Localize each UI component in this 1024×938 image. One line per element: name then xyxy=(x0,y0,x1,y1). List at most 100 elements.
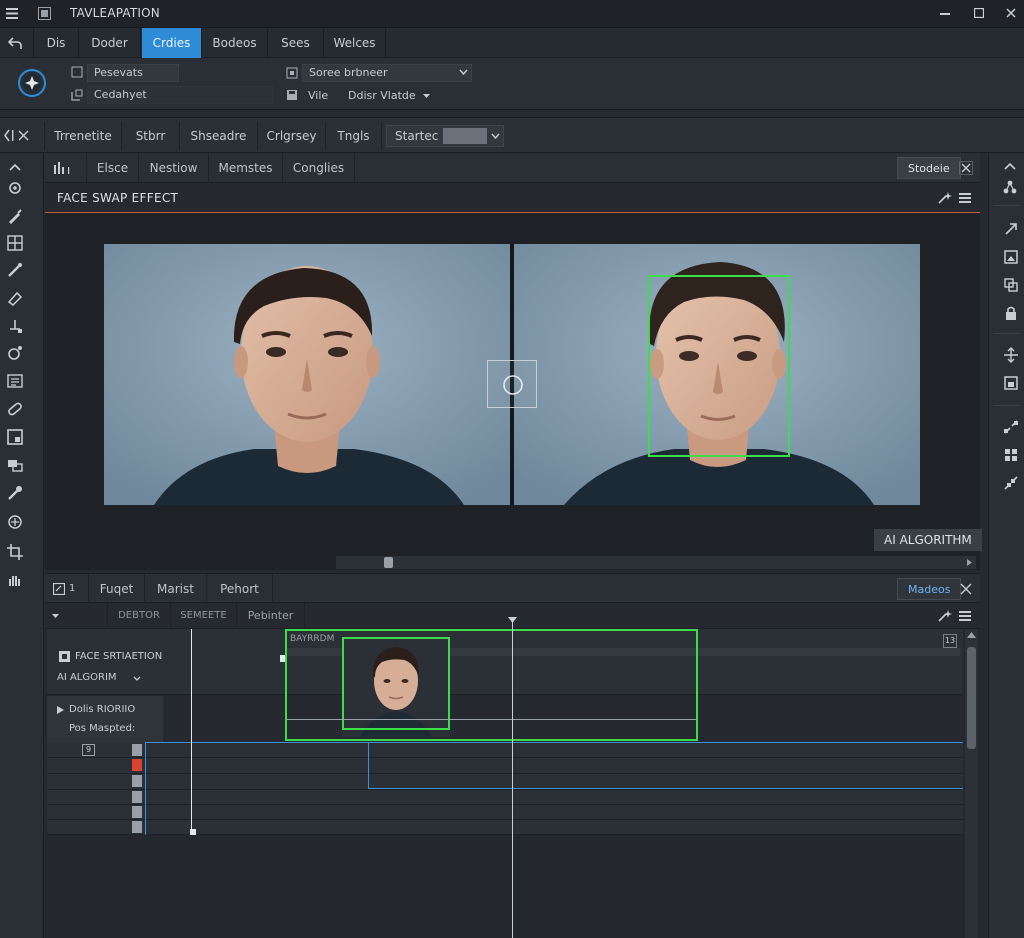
track-1-dropdown[interactable]: AI ALGORIM xyxy=(57,671,147,687)
subtab-semeete[interactable]: SEMEETE xyxy=(171,603,237,629)
record-swatch[interactable] xyxy=(132,759,142,771)
close-panel-icon[interactable] xyxy=(959,582,973,596)
clip-trim-handle[interactable] xyxy=(280,655,285,662)
playhead-line[interactable] xyxy=(512,622,513,938)
tool-tab-trrenetite[interactable]: Trrenetite xyxy=(44,122,122,150)
timeline-mode-button[interactable]: Madeos xyxy=(897,578,962,600)
track-header-2[interactable]: Dolis RIORIIO Pos Maspted: xyxy=(47,696,163,742)
viewer-tab-conglies[interactable]: Conglies xyxy=(283,153,355,183)
brush-icon[interactable] xyxy=(6,207,24,225)
row-marker[interactable]: 9 xyxy=(82,744,95,756)
duplicate-icon[interactable] xyxy=(1003,277,1019,293)
viewer-tab-memstes[interactable]: Memstes xyxy=(209,153,283,183)
move-icon[interactable] xyxy=(1003,347,1019,363)
chevron-up-icon[interactable] xyxy=(1003,161,1017,171)
timeline-tab-fuqet[interactable]: Fuqet xyxy=(89,574,145,604)
lock-icon[interactable] xyxy=(1003,305,1019,321)
keyframe-row[interactable] xyxy=(47,790,963,805)
clip-counter[interactable]: 13 xyxy=(943,634,957,648)
crop-icon[interactable] xyxy=(6,543,24,561)
source-dropdown[interactable]: Soree brbneer xyxy=(302,64,472,82)
subtab-debtor[interactable]: DEBTOR xyxy=(107,603,171,629)
sparkle-icon[interactable] xyxy=(937,609,953,623)
grid-icon[interactable] xyxy=(6,234,24,252)
hand-icon[interactable] xyxy=(6,571,24,589)
play-icon[interactable] xyxy=(57,706,64,714)
timeline-scrollbar[interactable] xyxy=(965,629,978,938)
resize-icon[interactable] xyxy=(1003,419,1019,435)
playhead-marker-icon[interactable] xyxy=(508,617,517,624)
clone-icon[interactable] xyxy=(6,344,24,362)
keyframe-swatch[interactable] xyxy=(132,791,142,803)
keyframe-row[interactable] xyxy=(47,820,963,835)
eraser-icon[interactable] xyxy=(6,289,24,307)
collapse-icon[interactable] xyxy=(1003,475,1019,491)
image-icon[interactable] xyxy=(1003,249,1019,265)
list-icon[interactable] xyxy=(959,611,971,621)
preset-field[interactable]: Pesevats xyxy=(87,64,179,82)
keyframe-swatch[interactable] xyxy=(132,821,142,833)
arrow-right-icon[interactable] xyxy=(966,559,973,566)
file-dropdown[interactable]: Ddisr Vlatde xyxy=(348,87,438,105)
list-icon[interactable] xyxy=(959,193,971,203)
expand-arrow-icon[interactable] xyxy=(1003,221,1019,237)
viewer-scrollbar[interactable] xyxy=(336,556,976,569)
ai-algorithm-badge[interactable]: AI ALGORITHM xyxy=(874,529,982,551)
timeline-tab-pehort[interactable]: Pehort xyxy=(207,574,273,604)
track-header-1[interactable]: FACE SRTIAETION AI ALGORIM xyxy=(47,629,285,695)
target-icon[interactable] xyxy=(6,513,24,531)
chevron-up-icon[interactable] xyxy=(6,159,24,177)
subtab-pebinter[interactable]: Pebinter xyxy=(237,603,305,629)
layers-icon[interactable] xyxy=(6,456,24,474)
viewer-scrollbar-thumb[interactable] xyxy=(384,557,393,568)
sparkle-icon[interactable] xyxy=(937,191,953,205)
timeline-toggle[interactable]: 1 xyxy=(45,574,89,604)
minimize-icon[interactable] xyxy=(940,13,950,15)
timeline-scrollbar-thumb[interactable] xyxy=(967,647,976,749)
viewer-mode-button[interactable]: Stodeie xyxy=(897,157,961,179)
menu-item-welces[interactable]: Welces xyxy=(324,28,386,58)
clip-selection-box[interactable] xyxy=(285,629,698,741)
menu-item-sees[interactable]: Sees xyxy=(268,28,324,58)
viewer-tab-elsce[interactable]: Elsce xyxy=(87,153,139,183)
source-image[interactable] xyxy=(104,244,510,505)
close-icon[interactable] xyxy=(1006,8,1016,18)
timeline-tab-marist[interactable]: Marist xyxy=(145,574,207,604)
in-point-line[interactable] xyxy=(191,629,192,833)
code-toggle-icon[interactable] xyxy=(4,129,32,142)
dropper-icon[interactable] xyxy=(6,484,24,502)
face-detection-box[interactable] xyxy=(648,275,790,457)
start-dropdown[interactable]: Startec xyxy=(386,125,504,147)
tool-tab-shseadre[interactable]: Shseadre xyxy=(180,122,258,150)
tool-tab-crlgrsey[interactable]: Crlgrsey xyxy=(258,122,326,150)
chevron-down-icon[interactable] xyxy=(51,613,60,619)
close-panel-icon[interactable] xyxy=(959,161,973,175)
keyframe-row[interactable] xyxy=(47,758,963,774)
in-point-handle[interactable] xyxy=(190,829,196,835)
molecule-icon[interactable] xyxy=(1002,179,1018,195)
chevron-up-icon[interactable] xyxy=(967,632,976,638)
keyframe-swatch[interactable] xyxy=(132,744,142,756)
menu-item-doder[interactable]: Doder xyxy=(79,28,141,58)
tool-tab-tngls[interactable]: Tngls xyxy=(326,122,382,150)
back-arrow-icon[interactable] xyxy=(7,36,23,50)
menu-item-crdies[interactable]: Crdies xyxy=(142,28,202,58)
export-icon[interactable] xyxy=(1003,375,1019,391)
frame-icon[interactable] xyxy=(6,428,24,446)
keyframe-row[interactable] xyxy=(47,805,963,820)
maximize-icon[interactable] xyxy=(974,8,984,18)
pen-icon[interactable] xyxy=(6,261,24,279)
keyframe-swatch[interactable] xyxy=(132,806,142,818)
keyframe-swatch[interactable] xyxy=(132,775,142,787)
keyframe-row[interactable] xyxy=(47,742,963,758)
tool-tab-stbrr[interactable]: Stbrr xyxy=(122,122,180,150)
swap-handle[interactable] xyxy=(487,360,537,408)
viewer-toggle[interactable] xyxy=(45,153,87,183)
menu-item-bodeos[interactable]: Bodeos xyxy=(202,28,268,58)
hamburger-icon[interactable] xyxy=(6,8,18,19)
settings-icon[interactable] xyxy=(6,179,24,197)
text-box-icon[interactable] xyxy=(6,372,24,390)
bandage-icon[interactable] xyxy=(6,400,24,418)
apps-grid-icon[interactable] xyxy=(1003,447,1019,463)
name-field[interactable]: Cedahyet xyxy=(87,86,273,104)
